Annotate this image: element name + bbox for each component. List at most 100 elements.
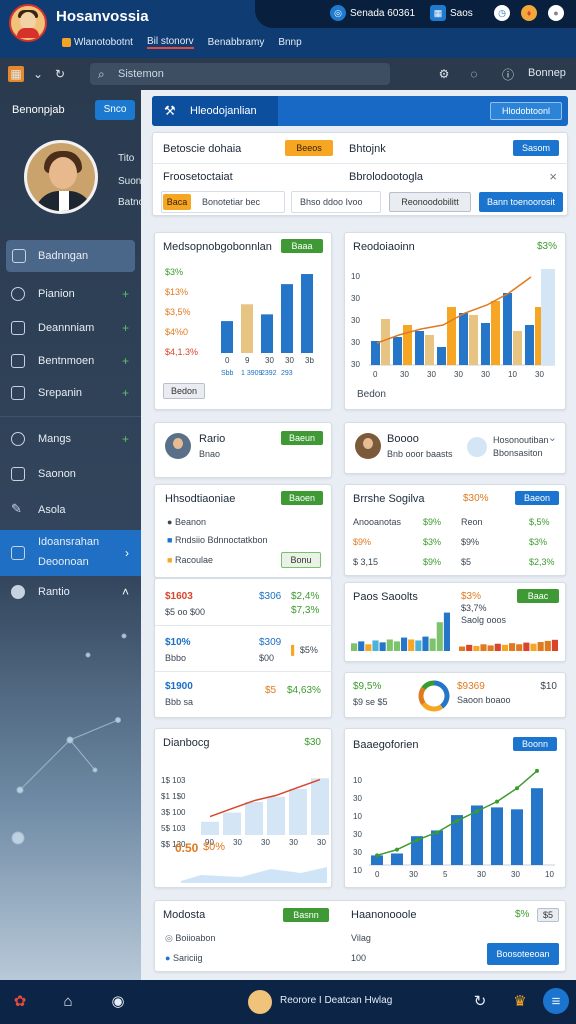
apps-icon[interactable]: ▦ [8, 66, 24, 82]
avatar[interactable] [165, 433, 191, 459]
top-bar: Hosanvossia Wlanotobotnt Bil stonorv Ben… [0, 0, 576, 58]
time-icon[interactable]: ◷ [494, 5, 510, 21]
series-point [435, 830, 439, 835]
bar [443, 612, 450, 651]
filter-action-2[interactable]: Bann toenoorosit [479, 192, 563, 212]
menu-item-4[interactable]: Bnnp [278, 36, 301, 49]
sidebar-item-6[interactable]: Mangs + [0, 423, 141, 455]
sidebar-item-2[interactable]: Pianion + [0, 278, 141, 310]
sidebar-button[interactable]: Snco [95, 100, 135, 120]
y-tick-label: 1$ 103 [161, 776, 186, 785]
search-input[interactable]: ⌕ Sistemon [90, 63, 390, 85]
settings-icon[interactable]: ⚙ [436, 66, 452, 82]
menu-item-3[interactable]: Benabbramy [208, 36, 265, 49]
list-item[interactable]: ◎ Boiioabon [165, 933, 215, 944]
tool-icon: ⚒ [164, 103, 176, 118]
filter-tag[interactable]: Beeos [285, 140, 333, 156]
y-tick-label: $4,1.3% [165, 347, 198, 357]
avatar[interactable] [24, 140, 98, 214]
bar [301, 274, 313, 353]
bar [415, 640, 422, 651]
list-item[interactable]: ● Sariciig [165, 953, 202, 963]
sidebar-item-1[interactable]: Badnngan [6, 240, 135, 272]
status-item-2[interactable]: ▦ Saos [430, 5, 473, 21]
user-icon[interactable]: ● [548, 5, 564, 21]
mini-chart-button[interactable]: Baac [517, 589, 559, 603]
bottom-tag[interactable]: $5 [537, 908, 559, 922]
bottom-value: $% [515, 909, 530, 920]
person-button[interactable]: Baeun [281, 431, 323, 445]
bar-line-button[interactable]: Boonn [513, 737, 557, 751]
kpi-sub: Bbb sa [165, 697, 194, 707]
content-header: ⚒ Hleodojanlian Hlodobtoonl [152, 96, 568, 126]
chevron-down-icon[interactable]: ⌄ [30, 66, 46, 82]
shield-icon[interactable]: ♦ [521, 5, 537, 21]
sidebar-item-5[interactable]: Srepanin + [0, 377, 141, 409]
bar [487, 645, 494, 651]
y-tick-label: 10 [353, 776, 362, 785]
toolbar-right-label[interactable]: Bonnep [528, 67, 566, 79]
trophy-icon[interactable]: ♛ [510, 991, 530, 1011]
mini-chart-card: Paos Saoolts $3% $3,7% Saolg ooos Baac [344, 582, 566, 662]
person-sub: Bnao [199, 449, 221, 459]
filter-field-1[interactable]: Baca Bonotetiar bec [161, 191, 285, 213]
menu-icon[interactable]: ≡ [543, 988, 569, 1014]
bar [223, 812, 241, 835]
bottom-button[interactable]: Basnn [283, 908, 329, 922]
search-icon: ⌕ [98, 67, 105, 81]
list-item[interactable]: ■ Racoulae [167, 555, 213, 565]
list-item[interactable]: ■ Rndsiio Bdnnoctatkbon [167, 535, 268, 545]
filter-field-2[interactable]: Bhso ddoo Ivoo [291, 191, 381, 213]
header-button[interactable]: Hlodobtoonl [490, 102, 562, 120]
bar [261, 314, 273, 353]
sidebar-item-4[interactable]: Bentnmoen + [0, 345, 141, 377]
area-chart-big: 0.50 [175, 841, 199, 855]
refresh-icon[interactable]: ↻ [470, 991, 490, 1011]
user-circle-icon[interactable]: ◉ [108, 991, 128, 1011]
sidebar-item-9[interactable]: Idoansrahan Deoonoan › [0, 530, 141, 576]
menu-item-2[interactable]: Bil stonorv [146, 36, 194, 49]
home-icon[interactable]: ⌂ [58, 991, 78, 1011]
bar [371, 341, 380, 365]
bar [525, 325, 534, 365]
chevron-down-icon[interactable]: ⌄ [548, 431, 557, 444]
list-button[interactable]: Baoen [281, 491, 323, 505]
filter-button[interactable]: Sasom [513, 140, 559, 156]
refresh-icon[interactable]: ↻ [52, 66, 68, 82]
y-tick-label: 30 [351, 338, 360, 347]
filter-action-1[interactable]: Reonoodobilitt [389, 192, 471, 212]
pie-slice [421, 701, 444, 712]
sidebar-item-3[interactable]: Deannniam + [0, 312, 141, 344]
status-item-1[interactable]: ◎ Senada 60361 [330, 5, 415, 21]
card1-button-2[interactable]: Bedon [163, 383, 205, 399]
apps-icon[interactable]: ✿ [10, 991, 30, 1011]
table-button[interactable]: Baeon [515, 491, 559, 505]
card1-button[interactable]: Baaa [281, 239, 323, 253]
list-item[interactable]: ● Beanon [167, 517, 206, 527]
highlight-bar [541, 269, 555, 365]
x-tick-label: Sbb [221, 370, 234, 377]
bottom-cta-button[interactable]: Boosoteeoan [487, 943, 559, 965]
comment-icon[interactable]: ◌ [466, 66, 482, 82]
info-icon[interactable]: ⓘ [500, 66, 516, 82]
info-card: Boooo Bnb ooor baasts Hosonoutiban Bbons… [344, 422, 566, 474]
avatar[interactable] [248, 990, 272, 1014]
series-point [535, 768, 539, 773]
close-icon[interactable]: × [549, 169, 557, 184]
sidebar-item-8[interactable]: ✎ Asola [0, 494, 141, 526]
app-logo[interactable] [9, 4, 47, 42]
bar [381, 319, 390, 365]
sidebar-item-10[interactable]: Rantio ˄ [0, 576, 141, 608]
sidebar-item-7[interactable]: Saonon [0, 458, 141, 490]
y-tick-label: 10 [353, 866, 362, 875]
x-tick-label: 10 [508, 370, 517, 379]
donut-sub-2: Saoon boaoo [457, 695, 511, 705]
avatar[interactable] [355, 433, 381, 459]
bar [466, 644, 473, 651]
menu-item-1[interactable]: Wlanotobotnt [62, 36, 133, 49]
taskbar: ✿ ⌂ ◉ Reorore I Deatcan Hwlag ↻ ♛ ≡ [0, 980, 576, 1024]
x-tick-label: 293 [281, 370, 293, 377]
list-item-button[interactable]: Bonu [281, 552, 321, 568]
filter-row2-right: Bbrolodootogla [349, 171, 424, 183]
donut-value-2: $9369 [457, 681, 485, 692]
